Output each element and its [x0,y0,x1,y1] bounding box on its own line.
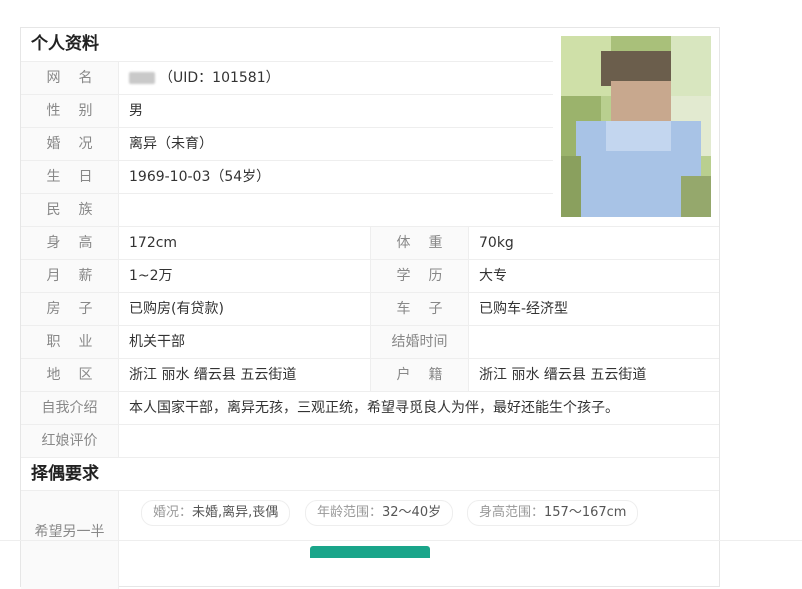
row-job-wedding: 职业 机关干部 结婚时间 [21,325,719,358]
tag-key: 年龄范围： [317,505,383,520]
value-ethnicity [119,194,129,226]
tag-value: 157～167cm [544,505,627,520]
row-matchmaker: 红娘评价 [21,424,719,457]
row-gender: 性别 男 [21,94,553,127]
value-car: 已购车-经济型 [479,301,569,317]
value-education: 大专 [479,268,507,284]
row-ethnicity: 民族 [21,193,553,226]
row-requirements: 希望另一半 婚况：未婚,离异,丧偶 年龄范围：32～40岁 身高范围：157～1… [21,490,719,589]
value-birthday: 1969-10-03（54岁） [129,169,271,185]
requirement-tag-age: 年龄范围：32～40岁 [305,500,454,526]
label-job: 职业 [21,326,119,358]
label-nickname: 网名 [21,62,119,94]
value-weight: 70kg [479,235,514,251]
value-hukou: 浙江 丽水 缙云县 五云街道 [479,367,647,383]
value-salary: 1~2万 [129,268,173,284]
bottom-divider [0,540,802,541]
label-wedding-time: 结婚时间 [371,326,469,358]
label-education: 学历 [371,260,469,292]
value-wedding-time [469,326,479,358]
requirements-header: 择偶要求 [21,457,719,490]
nickname-uid: （UID：101581） [159,70,280,86]
label-ethnicity: 民族 [21,194,119,226]
bottom-action-button[interactable] [310,546,430,558]
row-salary-education: 月薪 1~2万 学历 大专 [21,259,719,292]
value-gender: 男 [129,103,143,119]
nickname-blurred [129,72,155,84]
value-house: 已购房(有贷款) [129,301,224,317]
row-height-weight: 身高 172cm 体重 70kg [21,226,719,259]
value-height: 172cm [129,235,178,251]
label-intro: 自我介绍 [21,392,119,424]
avatar-photo[interactable] [561,36,711,217]
row-nickname: 网名 （UID：101581） [21,61,553,94]
label-hukou: 户籍 [371,359,469,391]
label-height: 身高 [21,227,119,259]
label-car: 车子 [371,293,469,325]
label-matchmaker: 红娘评价 [21,425,119,457]
section-title-profile: 个人资料 [31,34,99,54]
label-region: 地区 [21,359,119,391]
label-gender: 性别 [21,95,119,127]
value-region: 浙江 丽水 缙云县 五云街道 [129,367,297,383]
requirements-label-text: 希望另一半 [34,524,105,540]
label-salary: 月薪 [21,260,119,292]
tag-key: 身高范围： [479,505,545,520]
value-matchmaker [119,425,129,457]
section-title-requirements: 择偶要求 [31,464,99,484]
row-birthday: 生日 1969-10-03（54岁） [21,160,553,193]
value-nickname: （UID：101581） [119,62,280,94]
label-birthday: 生日 [21,161,119,193]
label-weight: 体重 [371,227,469,259]
value-job: 机关干部 [129,334,185,350]
row-region-hukou: 地区 浙江 丽水 缙云县 五云街道 户籍 浙江 丽水 缙云县 五云街道 [21,358,719,391]
tag-key: 婚况： [153,505,193,520]
row-house-car: 房子 已购房(有贷款) 车子 已购车-经济型 [21,292,719,325]
tag-value: 32～40岁 [382,505,442,520]
profile-card: 个人资料 网名 （UID：101581） 性别 男 婚况 离异（未育） 生日 1… [20,27,720,589]
tag-value: 未婚,离异,丧偶 [192,505,279,520]
requirement-tag-height: 身高范围：157～167cm [467,500,639,526]
requirement-tag-marital: 婚况：未婚,离异,丧偶 [141,500,291,526]
row-intro: 自我介绍 本人国家干部，离异无孩，三观正统，希望寻觅良人为伴，最好还能生个孩子。 [21,391,719,424]
value-marital: 离异（未育） [129,136,213,152]
row-marital: 婚况 离异（未育） [21,127,553,160]
label-house: 房子 [21,293,119,325]
value-intro: 本人国家干部，离异无孩，三观正统，希望寻觅良人为伴，最好还能生个孩子。 [129,400,619,416]
label-marital: 婚况 [21,128,119,160]
